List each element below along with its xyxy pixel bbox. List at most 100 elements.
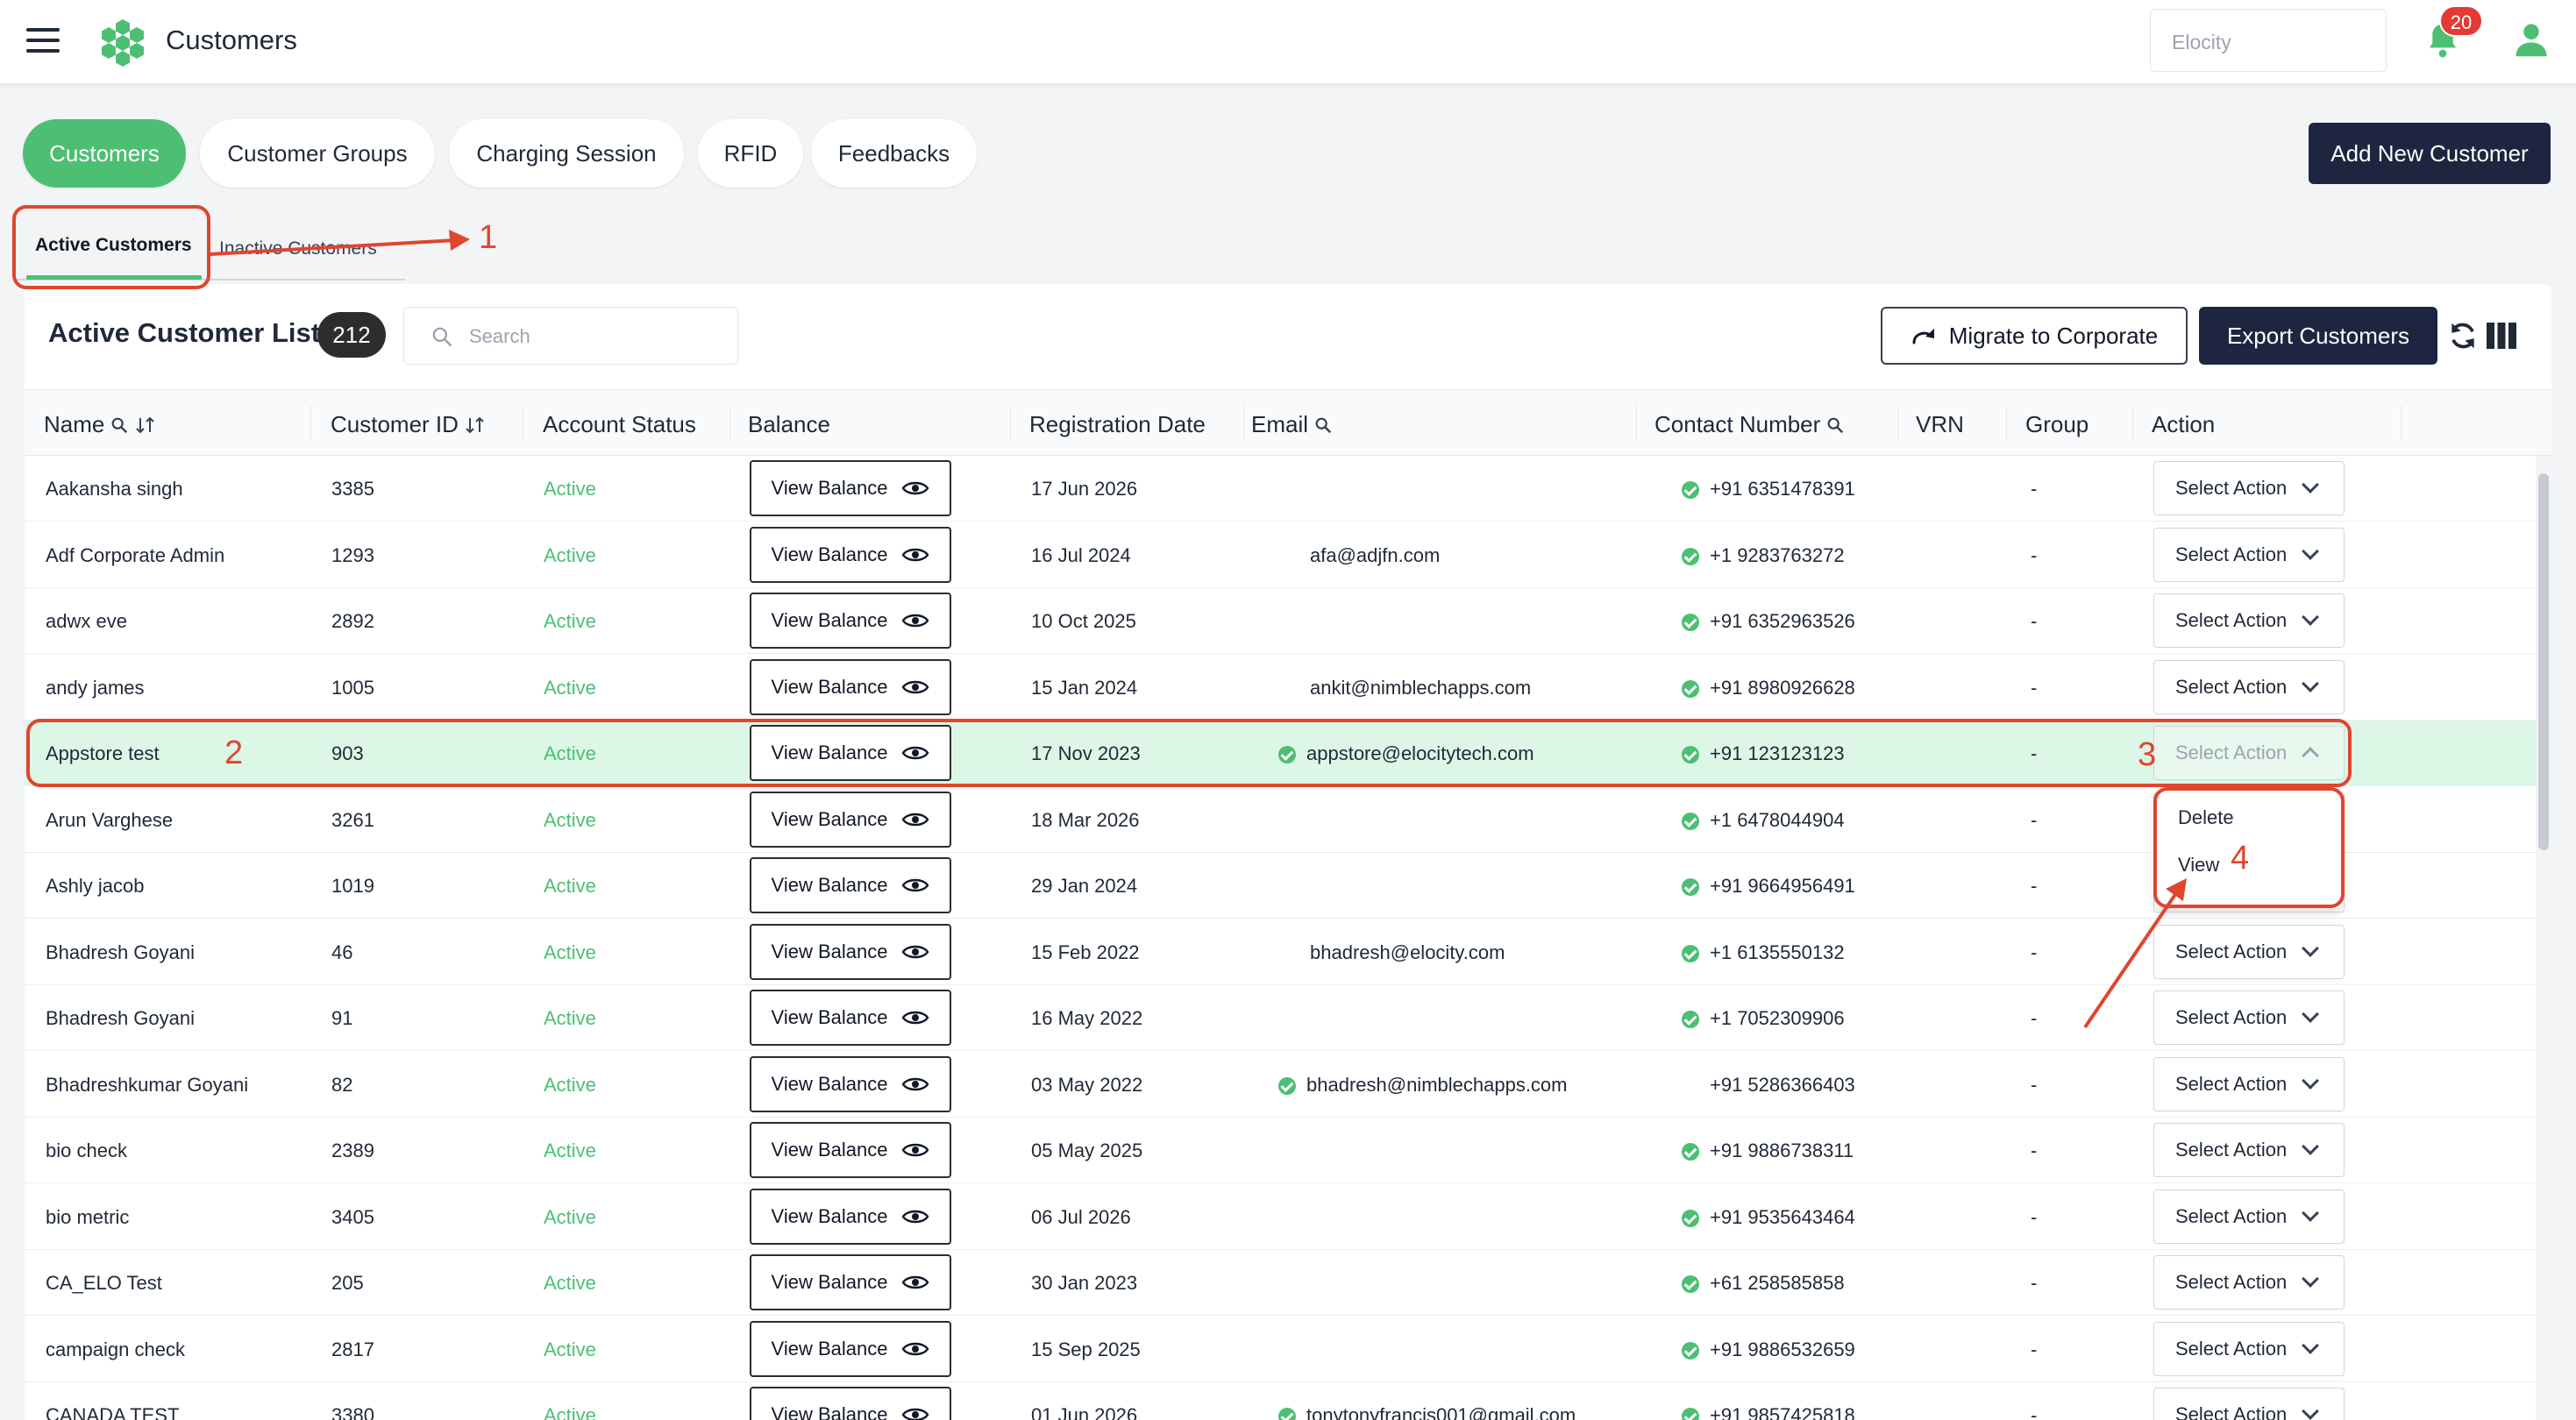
view-balance-button[interactable]: View Balance: [750, 1254, 951, 1310]
eye-icon: [902, 746, 929, 760]
view-balance-button[interactable]: View Balance: [750, 1122, 951, 1178]
table-row[interactable]: CANADA TEST 3380 Active View Balance 01 Jun …: [25, 1382, 2536, 1420]
select-action-dropdown[interactable]: Select Action: [2153, 527, 2345, 582]
sort-icon[interactable]: [464, 415, 487, 435]
select-action-dropdown[interactable]: Select Action: [2153, 726, 2345, 780]
add-new-customer-button[interactable]: Add New Customer: [2309, 123, 2551, 184]
select-action-dropdown[interactable]: Select Action: [2153, 461, 2345, 515]
tab-charging-session[interactable]: Charging Session: [449, 119, 684, 188]
verified-check-icon: [1682, 1341, 1699, 1360]
cell-account-status: Active: [544, 808, 596, 831]
view-balance-button[interactable]: View Balance: [750, 1188, 951, 1245]
column-header-group: Group: [2025, 411, 2089, 438]
subtab-active-customers[interactable]: Active Customers: [35, 235, 192, 256]
refresh-icon[interactable]: [2446, 319, 2480, 352]
select-action-dropdown[interactable]: Select Action: [2153, 593, 2345, 648]
table-row[interactable]: Adf Corporate Admin 1293 Active View Balanc…: [25, 522, 2536, 588]
verified-check-icon: [1682, 1275, 1699, 1294]
select-action-dropdown[interactable]: Select Action: [2153, 1321, 2345, 1376]
select-action-dropdown[interactable]: Select Action: [2153, 1255, 2345, 1310]
view-balance-label: View Balance: [771, 1072, 888, 1095]
eye-icon: [902, 1143, 929, 1157]
select-action-dropdown[interactable]: Select Action: [2153, 990, 2345, 1045]
table-row[interactable]: campaign check 2817 Active View Balance 15 S…: [25, 1316, 2536, 1382]
tab-customer-groups[interactable]: Customer Groups: [200, 119, 435, 188]
view-balance-label: View Balance: [771, 940, 888, 962]
view-balance-button[interactable]: View Balance: [750, 725, 951, 781]
view-balance-button[interactable]: View Balance: [750, 460, 951, 516]
export-customers-button[interactable]: Export Customers: [2199, 307, 2437, 365]
view-balance-button[interactable]: View Balance: [750, 791, 951, 848]
view-balance-label: View Balance: [771, 543, 888, 565]
cell-name: Adf Corporate Admin: [46, 543, 225, 566]
view-balance-button[interactable]: View Balance: [750, 593, 951, 649]
view-balance-button[interactable]: View Balance: [750, 923, 951, 980]
tab-rfid[interactable]: RFID: [698, 119, 803, 188]
cell-email: bhadresh@nimblechapps.com: [1278, 1074, 1568, 1097]
scrollbar-thumb[interactable]: [2538, 473, 2549, 850]
organization-select[interactable]: Elocity: [2150, 9, 2387, 72]
column-settings-icon[interactable]: [2487, 323, 2516, 349]
cell-customer-id: 3385: [331, 478, 374, 500]
table-row[interactable]: Bhadresh Goyani 91 Active View Balance 16 Ma…: [25, 985, 2536, 1051]
cell-customer-id: 1293: [331, 543, 374, 566]
table-row[interactable]: andy james 1005 Active View Balance 15 Jan 2…: [25, 654, 2536, 721]
view-balance-button[interactable]: View Balance: [750, 1387, 951, 1420]
delete-menu-item[interactable]: Delete: [2178, 806, 2234, 829]
cell-account-status: Active: [544, 1073, 596, 1096]
subtab-inactive-customers[interactable]: Inactive Customers: [219, 238, 377, 259]
select-action-label: Select Action: [2175, 1072, 2288, 1095]
verified-check-icon: [1682, 481, 1699, 500]
cell-registration-date: 15 Jan 2024: [1031, 676, 1138, 699]
view-menu-item[interactable]: View: [2178, 854, 2219, 877]
search-icon[interactable]: [1313, 415, 1333, 435]
view-balance-label: View Balance: [771, 675, 888, 698]
search-input[interactable]: [469, 320, 723, 353]
cell-group: -: [2031, 808, 2038, 831]
tab-feedbacks[interactable]: Feedbacks: [811, 119, 977, 188]
cell-customer-id: 1019: [331, 875, 374, 897]
annotation-number-3: 3: [2138, 736, 2157, 773]
column-header-label: VRN: [1916, 411, 1964, 437]
select-action-dropdown[interactable]: Select Action: [2153, 659, 2345, 714]
cell-email: [1282, 1140, 1310, 1162]
select-action-dropdown[interactable]: Select Action: [2153, 1056, 2345, 1111]
column-header-customer-id[interactable]: Customer ID: [331, 411, 487, 438]
column-header-name[interactable]: Name: [44, 411, 157, 438]
search-icon[interactable]: [110, 415, 129, 435]
table-row[interactable]: CA_ELO Test 205 Active View Balance 30 Jan 2…: [25, 1250, 2536, 1316]
user-profile-icon[interactable]: [2513, 21, 2550, 58]
table-row[interactable]: bio check 2389 Active View Balance 05 May 20…: [25, 1118, 2536, 1183]
view-balance-button[interactable]: View Balance: [750, 1055, 951, 1112]
tab-customers[interactable]: Customers: [23, 119, 186, 188]
select-action-dropdown[interactable]: Select Action: [2153, 1189, 2345, 1244]
email-text: bhadresh@elocity.com: [1310, 941, 1505, 963]
table-row[interactable]: Aakansha singh 3385 Active View Balance 17 J…: [25, 456, 2536, 522]
table-row[interactable]: bio metric 3405 Active View Balance 06 Jul 2…: [25, 1183, 2536, 1250]
select-action-dropdown[interactable]: Select Action: [2153, 1388, 2345, 1420]
search-icon[interactable]: [1825, 415, 1845, 435]
menu-icon[interactable]: [26, 28, 60, 54]
view-balance-button[interactable]: View Balance: [750, 526, 951, 583]
view-balance-button[interactable]: View Balance: [750, 658, 951, 715]
view-balance-label: View Balance: [771, 1139, 888, 1161]
table-row[interactable]: adwx eve 2892 Active View Balance 10 Oct 202…: [25, 588, 2536, 654]
view-balance-button[interactable]: View Balance: [750, 990, 951, 1046]
column-separator: [2132, 406, 2133, 441]
table-row[interactable]: Appstore test 903 Active View Balance 17 Nov…: [25, 721, 2536, 786]
column-header-email[interactable]: Email: [1251, 411, 1333, 438]
select-action-dropdown[interactable]: Select Action: [2153, 1123, 2345, 1177]
cell-name: CA_ELO Test: [46, 1272, 162, 1294]
table-row[interactable]: Bhadreshkumar Goyani 82 Active View Balance…: [25, 1051, 2536, 1118]
view-balance-label: View Balance: [771, 807, 888, 830]
sort-icon[interactable]: [134, 415, 157, 435]
view-balance-button[interactable]: View Balance: [750, 857, 951, 913]
cell-email: [1282, 1007, 1310, 1030]
migrate-to-corporate-button[interactable]: Migrate to Corporate: [1881, 307, 2188, 365]
view-balance-button[interactable]: View Balance: [750, 1320, 951, 1377]
cell-contact-number: +1 6478044904: [1682, 809, 1845, 832]
select-action-dropdown[interactable]: Select Action: [2153, 924, 2345, 979]
column-header-contact-number[interactable]: Contact Number: [1654, 411, 1845, 438]
table-row[interactable]: Bhadresh Goyani 46 Active View Balance 15 Fe…: [25, 919, 2536, 985]
select-action-label: Select Action: [2175, 477, 2288, 499]
